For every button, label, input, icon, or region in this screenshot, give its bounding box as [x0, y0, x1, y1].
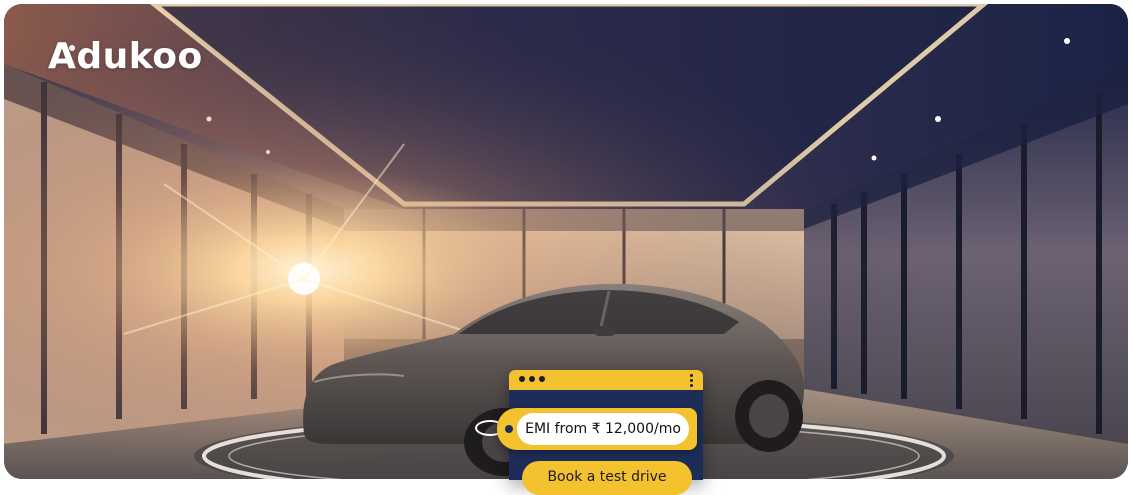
kebab-menu-icon[interactable] [690, 374, 693, 387]
emi-label: EMI from ₹ 12,000/mo [517, 413, 689, 445]
tag-hole [505, 425, 513, 433]
card-titlebar [509, 370, 703, 390]
brand-logo[interactable]: Adukoo [48, 36, 203, 77]
price-tag-icon: EMI from ₹ 12,000/mo [497, 408, 697, 450]
book-test-drive-button[interactable]: Book a test drive [522, 461, 692, 495]
three-dots-icon [519, 376, 545, 382]
